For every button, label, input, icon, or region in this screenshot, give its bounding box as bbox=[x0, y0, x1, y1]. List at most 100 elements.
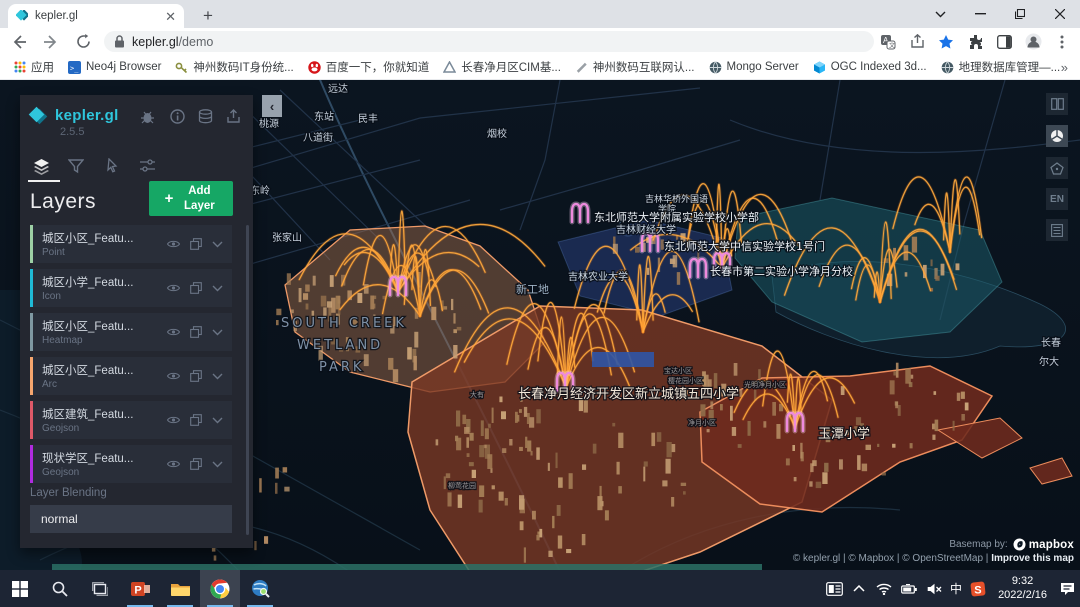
layer-duplicate-icon[interactable] bbox=[189, 458, 202, 471]
toggle-3d-button[interactable] bbox=[1046, 125, 1068, 147]
bookmark-mongo[interactable]: Mongo Server bbox=[709, 61, 799, 74]
taskbar-clock[interactable]: 9:322022/2/16 bbox=[998, 575, 1047, 603]
bookmark-geodb[interactable]: 地理数据库管理—... bbox=[941, 59, 1061, 75]
attribution-links[interactable]: © kepler.gl | © Mapbox | © OpenStreetMap… bbox=[793, 553, 1074, 564]
task-view-button[interactable] bbox=[80, 570, 120, 607]
url-text: kepler.gl/demo bbox=[132, 35, 213, 49]
layer-visibility-icon[interactable] bbox=[167, 282, 180, 295]
database-icon[interactable] bbox=[198, 109, 213, 124]
window-menu-icon[interactable] bbox=[920, 0, 960, 28]
news-widget-icon[interactable] bbox=[825, 580, 843, 598]
layer-blending-select[interactable]: normal bbox=[30, 505, 232, 533]
legend-button[interactable] bbox=[1046, 219, 1068, 241]
side-panel-icon[interactable] bbox=[994, 32, 1014, 52]
mapbox-logo[interactable]: mapbox bbox=[1013, 538, 1074, 551]
sidebar-scrollbar[interactable] bbox=[246, 225, 249, 535]
action-center-icon[interactable] bbox=[1058, 580, 1076, 598]
bookmark-dc-internet[interactable]: 神州数码互联网认... bbox=[575, 59, 695, 75]
layer-duplicate-icon[interactable] bbox=[189, 326, 202, 339]
bookmark-star-icon[interactable] bbox=[936, 32, 956, 52]
add-layer-button[interactable]: + Add Layer bbox=[149, 181, 233, 216]
layer-visibility-icon[interactable] bbox=[167, 238, 180, 251]
layer-type: Geojson bbox=[42, 467, 167, 478]
volume-muted-icon[interactable] bbox=[925, 580, 943, 598]
start-button[interactable] bbox=[0, 570, 40, 607]
menu-dots-icon[interactable] bbox=[1052, 32, 1072, 52]
bookmark-cim[interactable]: 长春净月区CIM基... bbox=[443, 59, 561, 75]
tab-interactions[interactable] bbox=[104, 158, 121, 175]
translate-icon[interactable]: A文 bbox=[878, 32, 898, 52]
profile-avatar[interactable] bbox=[1023, 32, 1043, 52]
layer-expand-icon[interactable] bbox=[211, 326, 224, 339]
bookmark-dc-identity[interactable]: 神州数码IT身份统... bbox=[175, 59, 293, 75]
share-icon[interactable] bbox=[907, 32, 927, 52]
bookmark-ogc[interactable]: OGC Indexed 3d... bbox=[813, 61, 927, 74]
tab-basemap[interactable] bbox=[139, 158, 156, 175]
map-label: 大有 bbox=[470, 390, 484, 399]
layer-name: 城区小区_Featu... bbox=[42, 230, 167, 246]
extensions-icon[interactable] bbox=[965, 32, 985, 52]
split-map-button[interactable] bbox=[1046, 93, 1068, 115]
layer-row[interactable]: 现状学区_Featu...Geojson bbox=[30, 445, 232, 483]
export-icon[interactable] bbox=[226, 109, 241, 124]
window-minimize-icon[interactable] bbox=[960, 0, 1000, 28]
tab-close-icon[interactable]: ✕ bbox=[165, 10, 176, 23]
layer-expand-icon[interactable] bbox=[211, 238, 224, 251]
layer-expand-icon[interactable] bbox=[211, 414, 224, 427]
layer-visibility-icon[interactable] bbox=[167, 458, 180, 471]
layer-row[interactable]: 城区小学_Featu...Icon bbox=[30, 269, 232, 307]
back-icon[interactable] bbox=[6, 29, 32, 55]
new-tab-button[interactable]: + bbox=[196, 6, 220, 26]
layer-duplicate-icon[interactable] bbox=[189, 414, 202, 427]
tab-filters[interactable] bbox=[68, 158, 85, 175]
bookmark-neo4j[interactable]: >_ Neo4j Browser bbox=[68, 61, 161, 74]
bookmarks-overflow-icon[interactable]: » bbox=[1061, 60, 1068, 75]
map-label: 东北师范大学附属实验学校小学部 bbox=[594, 210, 759, 224]
layer-visibility-icon[interactable] bbox=[167, 326, 180, 339]
layer-type: Arc bbox=[42, 379, 167, 390]
layer-expand-icon[interactable] bbox=[211, 370, 224, 383]
browser-tab-strip: kepler.gl ✕ + bbox=[0, 0, 1080, 28]
layer-expand-icon[interactable] bbox=[211, 458, 224, 471]
locale-button[interactable]: EN bbox=[1046, 188, 1068, 210]
taskbar-gis-app[interactable] bbox=[240, 570, 280, 607]
layer-row[interactable]: 城区小区_Featu...Point bbox=[30, 225, 232, 263]
layer-row[interactable]: 城区小区_Featu...Arc bbox=[30, 357, 232, 395]
sogou-icon[interactable]: S bbox=[969, 580, 987, 598]
layer-visibility-icon[interactable] bbox=[167, 370, 180, 383]
browser-tab[interactable]: kepler.gl ✕ bbox=[8, 4, 184, 28]
info-icon[interactable] bbox=[170, 109, 185, 124]
tray-expand-icon[interactable] bbox=[850, 580, 868, 598]
bookmark-apps[interactable]: 应用 bbox=[14, 59, 54, 75]
windows-taskbar: P 中 S 9:322022/2/16 bbox=[0, 570, 1080, 607]
battery-icon[interactable] bbox=[900, 580, 918, 598]
taskbar-search-button[interactable] bbox=[40, 570, 80, 607]
layer-visibility-icon[interactable] bbox=[167, 414, 180, 427]
draw-polygon-button[interactable] bbox=[1046, 157, 1068, 179]
layer-color-bar bbox=[30, 225, 33, 263]
tab-layers[interactable] bbox=[33, 158, 50, 175]
layer-expand-icon[interactable] bbox=[211, 282, 224, 295]
window-close-icon[interactable] bbox=[1040, 0, 1080, 28]
bookmark-baidu[interactable]: 百度一下，你就知道 bbox=[308, 59, 430, 75]
bug-report-icon[interactable] bbox=[140, 109, 155, 124]
reload-icon[interactable] bbox=[70, 29, 96, 55]
layer-name: 城区小区_Featu... bbox=[42, 362, 167, 378]
layer-duplicate-icon[interactable] bbox=[189, 282, 202, 295]
map-label: 新工地 bbox=[516, 282, 549, 296]
layer-row[interactable]: 城区建筑_Featu...Geojson bbox=[30, 401, 232, 439]
taskbar-chrome[interactable] bbox=[200, 570, 240, 607]
window-maximize-icon[interactable] bbox=[1000, 0, 1040, 28]
layer-color-bar bbox=[30, 313, 33, 351]
taskbar-file-explorer[interactable] bbox=[160, 570, 200, 607]
wifi-icon[interactable] bbox=[875, 580, 893, 598]
forward-icon[interactable] bbox=[38, 29, 64, 55]
layer-row[interactable]: 城区小区_Featu...Heatmap bbox=[30, 313, 232, 351]
layer-duplicate-icon[interactable] bbox=[189, 238, 202, 251]
taskbar-powerpoint[interactable]: P bbox=[120, 570, 160, 607]
address-bar[interactable]: kepler.gl/demo bbox=[104, 31, 874, 52]
layer-duplicate-icon[interactable] bbox=[189, 370, 202, 383]
version-label: 2.5.5 bbox=[60, 126, 84, 138]
ime-indicator[interactable]: 中 bbox=[950, 580, 962, 597]
sidebar-collapse-button[interactable]: ‹ bbox=[262, 95, 282, 117]
